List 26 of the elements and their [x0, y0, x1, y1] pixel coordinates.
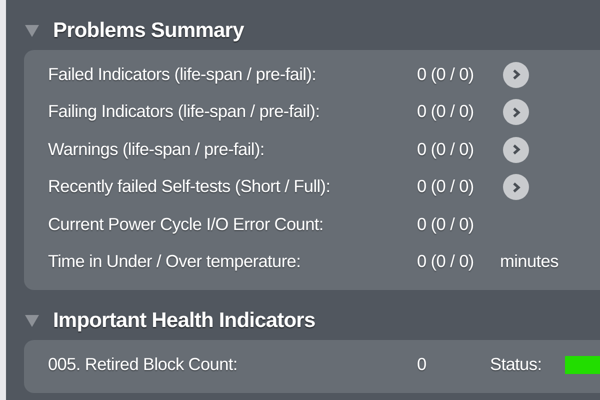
status-label: Status: — [490, 352, 543, 376]
row-value: 0 (0 / 0) — [417, 175, 475, 198]
row-label: Failing Indicators (life-span / pre-fail): — [48, 100, 321, 124]
details-button[interactable] — [503, 136, 529, 163]
chevron-icon — [512, 69, 520, 80]
details-button[interactable] — [503, 62, 529, 88]
chevron-icon — [512, 106, 520, 118]
row-value: 0 (0 / 0) — [417, 100, 475, 124]
row-label: Failed Indicators (life-span / pre-fail): — [48, 62, 318, 86]
row-value: 0 — [417, 352, 428, 376]
chevron-icon — [512, 144, 520, 156]
row-label: 005. Retired Block Count: — [48, 352, 238, 376]
chevron-icon — [512, 182, 520, 193]
row-label: Recently failed Self-tests (Short / Full): — [48, 175, 332, 198]
row-value: 0 (0 / 0) — [417, 62, 475, 86]
details-button[interactable] — [503, 174, 529, 200]
row-value: 0 (0 / 0) — [417, 138, 475, 161]
unit-label: minutes — [500, 250, 558, 274]
details-button[interactable] — [503, 99, 529, 126]
row-value: 0 (0 / 0) — [417, 250, 475, 274]
row-value: 0 (0 / 0) — [417, 212, 475, 236]
row-label: Current Power Cycle I/O Error Count: — [48, 212, 324, 236]
section-title: Important Health Indicators — [53, 308, 316, 334]
row-label: Warnings (life-span / pre-fail): — [48, 138, 266, 161]
row-label: Time in Under / Over temperature: — [48, 250, 302, 274]
section-title: Problems Summary — [53, 18, 244, 44]
